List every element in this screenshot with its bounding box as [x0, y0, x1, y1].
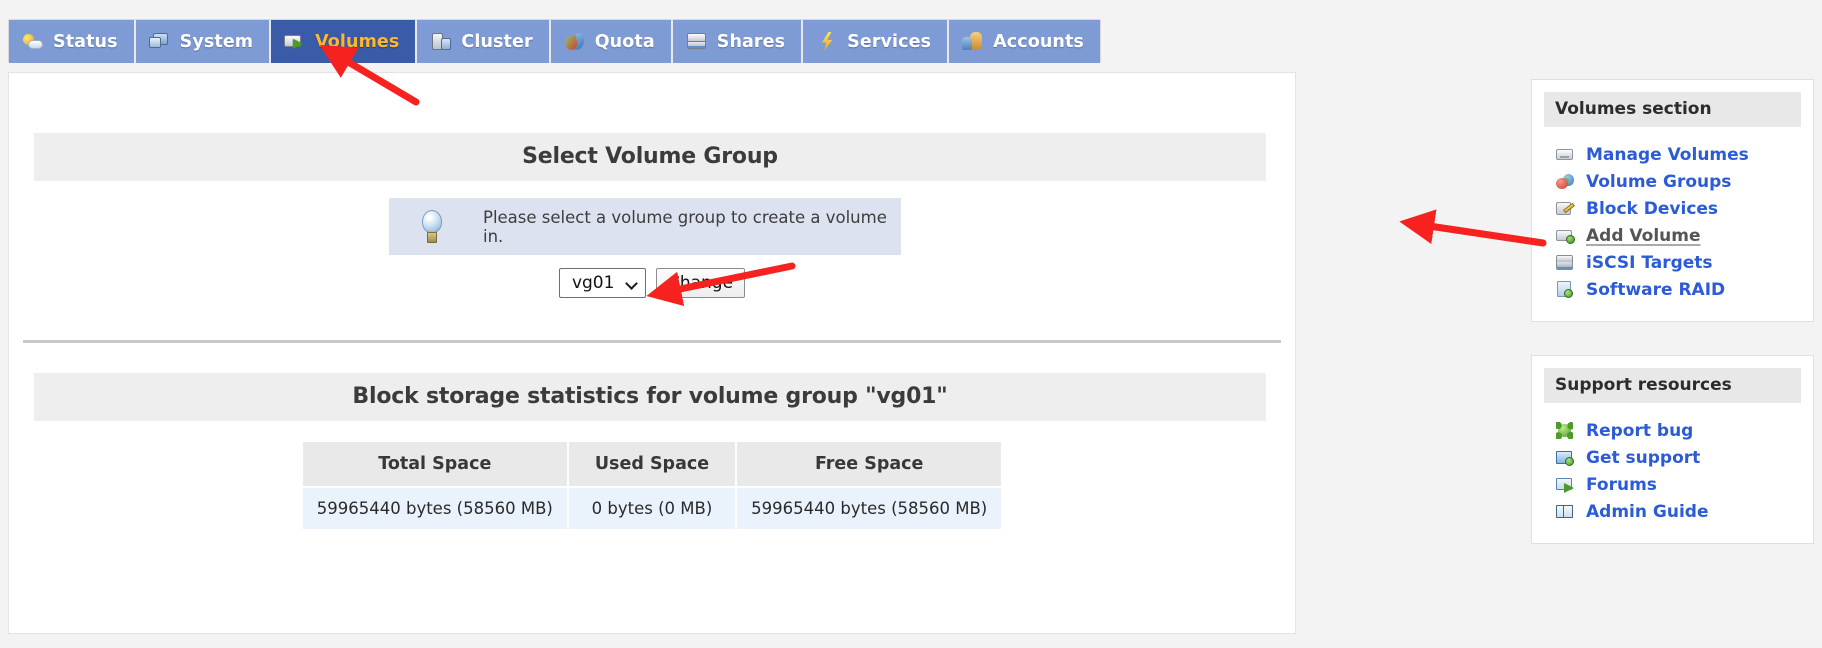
- tab-status[interactable]: Status: [9, 20, 136, 63]
- volumes-panel-title: Volumes section: [1544, 92, 1801, 127]
- table-cell: 59965440 bytes (58560 MB): [737, 488, 1002, 529]
- link-label: Block Devices: [1586, 198, 1719, 219]
- server-rack-icon: [1556, 254, 1575, 271]
- volumes-section-panel: Volumes section Manage Volumes Volume Gro…: [1531, 79, 1814, 322]
- volume-group-select[interactable]: vg01: [558, 268, 646, 298]
- table-cell: 59965440 bytes (58560 MB): [302, 488, 567, 529]
- browser-viewport: Status System Volumes Cluster Quota Shares Ser…: [0, 0, 1822, 648]
- users-icon: [962, 32, 984, 51]
- primary-nav-tabs: Status System Volumes Cluster Quota Shares Ser…: [8, 19, 1101, 63]
- support-card-icon: [1556, 449, 1575, 466]
- weather-status-icon: [22, 32, 44, 51]
- tab-label: Shares: [716, 31, 786, 52]
- book-icon: [1556, 503, 1575, 520]
- lightbulb-icon: [419, 209, 445, 244]
- select-volume-group-heading: Select Volume Group: [34, 133, 1266, 181]
- servers-icon: [430, 32, 452, 51]
- link-label: Forums: [1586, 474, 1657, 495]
- tab-label: Accounts: [993, 31, 1084, 52]
- link-label: Software RAID: [1586, 279, 1726, 300]
- volume-group-select-wrapper: vg01: [558, 268, 646, 298]
- main-content-panel: Select Volume Group Please select a volu…: [8, 72, 1296, 634]
- tab-shares[interactable]: Shares: [672, 20, 804, 63]
- tab-quota[interactable]: Quota: [550, 20, 673, 63]
- block-storage-statistics-heading: Block storage statistics for volume grou…: [34, 373, 1266, 421]
- support-panel-title: Support resources: [1544, 368, 1801, 403]
- group-spheres-icon: [1556, 173, 1575, 190]
- tab-label: Volumes: [315, 31, 400, 52]
- table-row: 59965440 bytes (58560 MB) 0 bytes (0 MB) 5…: [302, 488, 1002, 529]
- link-label: Add Volume: [1586, 225, 1701, 246]
- volume-group-chooser: vg01 Change: [9, 268, 1295, 298]
- sidebar-link-iscsi-targets[interactable]: iSCSI Targets: [1544, 249, 1801, 276]
- hint-banner: Please select a volume group to create a…: [389, 198, 901, 255]
- tab-label: Status: [53, 31, 118, 52]
- link-label: Get support: [1586, 447, 1701, 468]
- hint-text: Please select a volume group to create a…: [483, 207, 887, 246]
- volume-export-icon: [284, 32, 306, 51]
- tab-label: System: [179, 31, 254, 52]
- sidebar-link-software-raid[interactable]: Software RAID: [1544, 276, 1801, 303]
- tab-accounts[interactable]: Accounts: [949, 20, 1100, 63]
- drive-icon: [1556, 146, 1575, 163]
- sidebar-link-manage-volumes[interactable]: Manage Volumes: [1544, 141, 1801, 168]
- forum-mail-icon: [1556, 476, 1575, 493]
- network-drive-icon: [686, 32, 708, 51]
- tab-label: Quota: [594, 31, 655, 52]
- column-header: Used Space: [568, 442, 736, 486]
- table-cell: 0 bytes (0 MB): [568, 488, 736, 529]
- statistics-table-container: Total Space Used Space Free Space 59965440…: [9, 440, 1295, 531]
- lightning-bolt-icon: [816, 32, 838, 51]
- sidebar-link-report-bug[interactable]: Report bug: [1544, 417, 1801, 444]
- bug-icon: [1556, 422, 1575, 439]
- block-storage-statistics-table: Total Space Used Space Free Space 59965440…: [301, 440, 1003, 531]
- sidebar-link-block-devices[interactable]: Block Devices: [1544, 195, 1801, 222]
- link-label: Admin Guide: [1586, 501, 1709, 522]
- support-resources-panel: Support resources Report bug Get support F…: [1531, 355, 1814, 544]
- monitors-icon: [148, 32, 171, 51]
- link-label: Manage Volumes: [1586, 144, 1749, 165]
- sidebar-link-admin-guide[interactable]: Admin Guide: [1544, 498, 1801, 525]
- sidebar-link-forums[interactable]: Forums: [1544, 471, 1801, 498]
- link-label: Report bug: [1586, 420, 1694, 441]
- pie-slices-icon: [564, 32, 586, 51]
- table-header-row: Total Space Used Space Free Space: [302, 442, 1002, 486]
- link-label: Volume Groups: [1586, 171, 1732, 192]
- drive-add-icon: [1556, 227, 1575, 244]
- disk-add-icon: [1556, 281, 1575, 298]
- sidebar-link-add-volume[interactable]: Add Volume: [1544, 222, 1801, 249]
- support-panel-links: Report bug Get support Forums Admin Guide: [1544, 417, 1801, 525]
- change-button[interactable]: Change: [655, 268, 746, 298]
- drive-edit-icon: [1556, 200, 1575, 217]
- tab-volumes[interactable]: Volumes: [271, 20, 418, 63]
- table-body: 59965440 bytes (58560 MB) 0 bytes (0 MB) 5…: [302, 488, 1002, 529]
- tab-system[interactable]: System: [135, 20, 272, 63]
- tab-label: Cluster: [461, 31, 533, 52]
- volumes-panel-links: Manage Volumes Volume Groups Block Devices…: [1544, 141, 1801, 303]
- tab-label: Services: [847, 31, 932, 52]
- link-label: iSCSI Targets: [1586, 252, 1713, 273]
- tab-services[interactable]: Services: [803, 20, 950, 63]
- column-header: Total Space: [302, 442, 567, 486]
- tab-cluster[interactable]: Cluster: [417, 20, 551, 63]
- column-header: Free Space: [737, 442, 1002, 486]
- sidebar-link-get-support[interactable]: Get support: [1544, 444, 1801, 471]
- sidebar-link-volume-groups[interactable]: Volume Groups: [1544, 168, 1801, 195]
- section-divider: [23, 340, 1281, 343]
